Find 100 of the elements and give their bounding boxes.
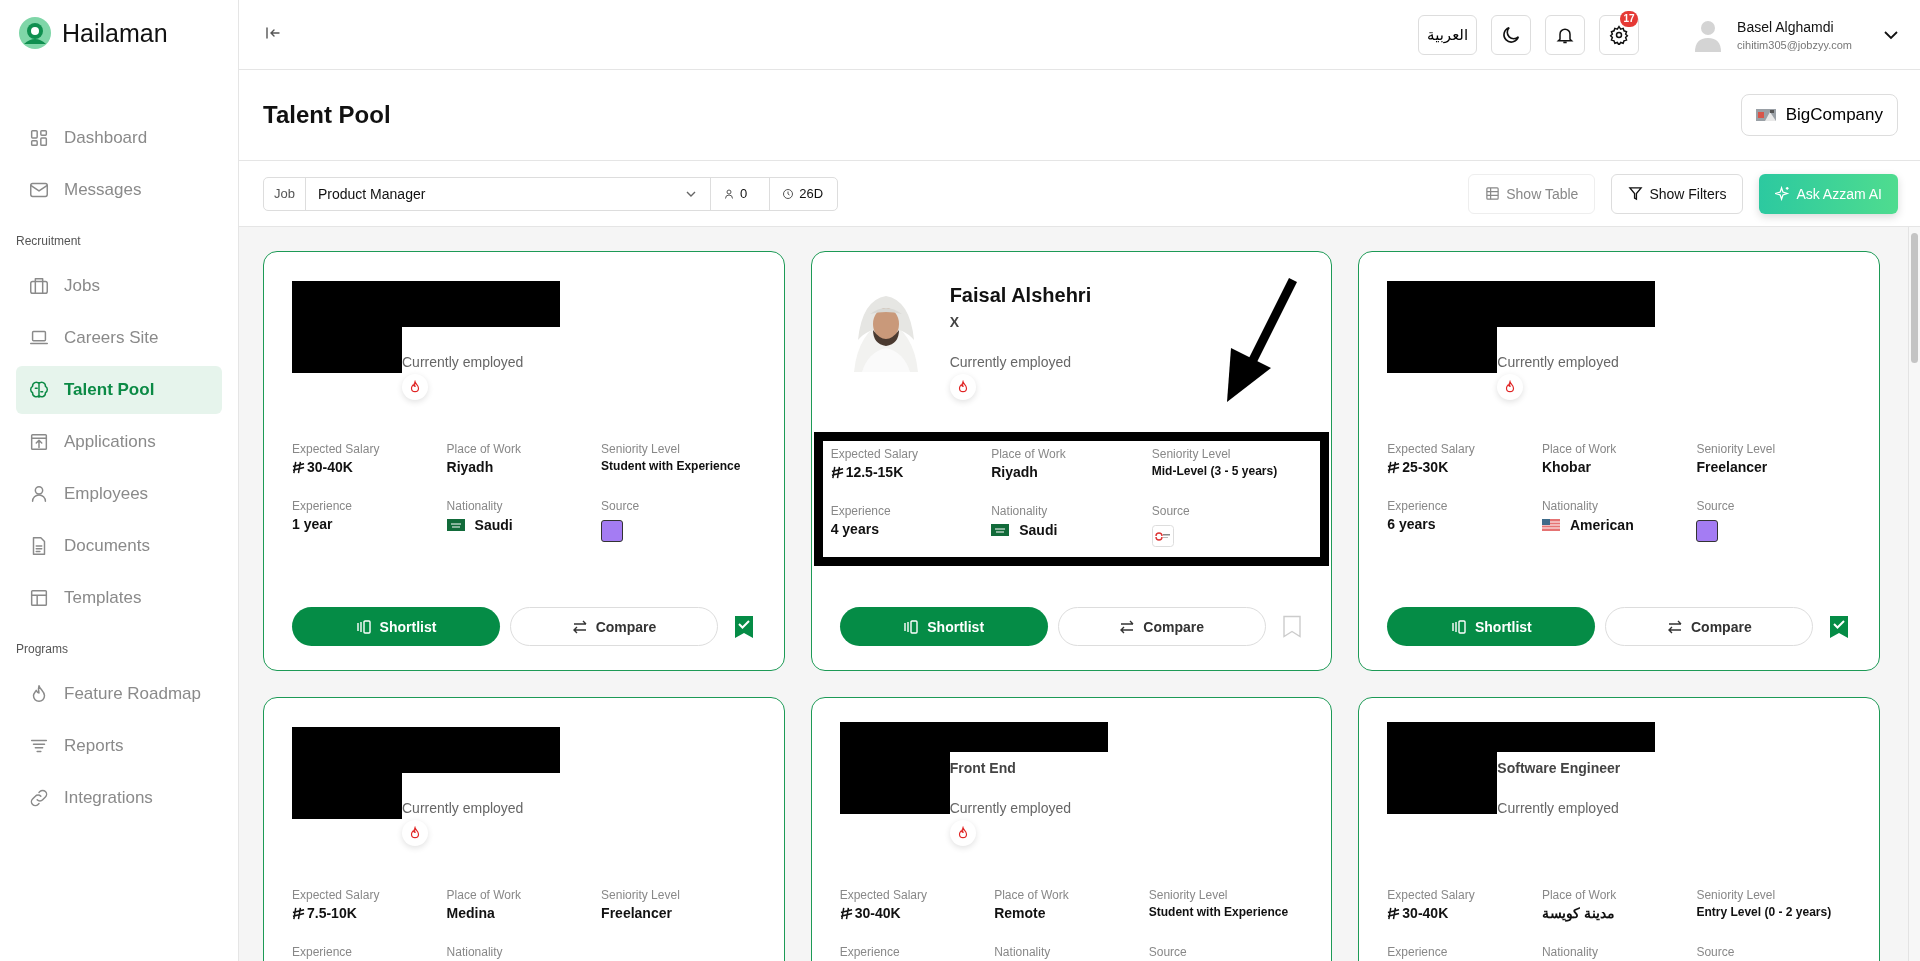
field-value: 12.5-15K: [845, 464, 904, 480]
layout-icon: [28, 587, 50, 609]
field-label: Seniority Level: [601, 442, 681, 456]
field-value: Freelancer: [1696, 459, 1769, 475]
dashboard-icon: [28, 127, 50, 149]
field-value: 25-30K: [1402, 459, 1449, 475]
field-label: Experience: [839, 945, 901, 959]
riyal-icon: [1387, 460, 1401, 474]
field-label: Source: [1148, 945, 1188, 959]
field-label: Experience: [292, 945, 354, 959]
field-value: Saudi: [474, 517, 513, 533]
field-label: Place of Work: [446, 888, 523, 902]
sidebar-item[interactable]: Jobs: [16, 262, 222, 310]
source-logo-icon: [1151, 525, 1174, 547]
riyal-icon: [830, 465, 844, 479]
field-label: Place of Work: [446, 442, 523, 456]
show-filters-button[interactable]: Show Filters: [1611, 173, 1744, 214]
field-label: Source: [1151, 504, 1191, 518]
user-email: cihitim305@jobzyy.com: [1737, 38, 1852, 51]
field-value: Student with Experience: [601, 459, 742, 473]
field-label: Seniority Level: [1696, 888, 1777, 902]
field-value: 6 years: [1387, 516, 1437, 532]
field-label: Nationality: [994, 945, 1052, 959]
field-value: 30-40K: [854, 905, 901, 921]
sparkle-icon: [1775, 186, 1791, 201]
swap-arrows-icon: [1667, 618, 1683, 635]
shortlist-icon: [355, 618, 372, 635]
sidebar-item[interactable]: Feature Roadmap: [16, 670, 222, 718]
flag-icon: [1541, 519, 1560, 531]
applicant-count: 0: [710, 177, 771, 210]
shortlist-button[interactable]: Shortlist: [292, 607, 500, 646]
brain-icon: [28, 379, 50, 401]
field-value: 7.5-10K: [307, 905, 357, 921]
field-label: Experience: [292, 499, 354, 513]
scrollbar[interactable]: [1908, 227, 1920, 961]
field-value: 1 year: [292, 516, 334, 532]
collapse-icon: [265, 25, 281, 41]
field-label: Nationality: [446, 499, 504, 513]
field-label: Nationality: [991, 504, 1049, 518]
sidebar-item[interactable]: Integrations: [16, 774, 222, 822]
flag-icon: [446, 519, 465, 531]
compare-button[interactable]: Compare: [1605, 607, 1814, 646]
field-label: Experience: [1387, 499, 1449, 513]
compare-button[interactable]: Compare: [1057, 607, 1266, 646]
app-name: Hailaman: [62, 18, 168, 48]
sidebar-item[interactable]: Templates: [16, 574, 222, 622]
sidebar-item[interactable]: Applications: [16, 418, 222, 466]
compare-button[interactable]: Compare: [510, 607, 718, 646]
shortlist-icon: [903, 618, 920, 635]
field-value: Freelancer: [601, 905, 673, 921]
field-label: Place of Work: [994, 888, 1070, 902]
bookmark-icon[interactable]: [734, 614, 754, 639]
shortlist-button[interactable]: Shortlist: [1387, 607, 1596, 646]
ask-ai-button[interactable]: Ask Azzam AI: [1759, 173, 1898, 214]
company-button[interactable]: BigCompany: [1740, 94, 1898, 136]
shortlist-icon: [1450, 618, 1467, 635]
language-button[interactable]: العربية: [1418, 14, 1478, 55]
sidebar-item[interactable]: Talent Pool: [16, 366, 222, 414]
field-label: Seniority Level: [1696, 442, 1777, 456]
job-select[interactable]: Product Manager: [305, 177, 711, 210]
shortlist-button[interactable]: Shortlist: [839, 607, 1048, 646]
sidebar-item[interactable]: Messages: [16, 166, 222, 214]
notifications-button[interactable]: [1545, 14, 1586, 55]
sidebar-item[interactable]: Reports: [16, 722, 222, 770]
field-value: Entry Level (0 - 2 years): [1696, 905, 1833, 919]
riyal-icon: [292, 906, 305, 920]
field-value: Riyadh: [446, 459, 495, 475]
field-value: Medina: [446, 905, 496, 921]
field-label: Seniority Level: [1148, 888, 1229, 902]
sidebar-item[interactable]: Employees: [16, 470, 222, 518]
field-label: Place of Work: [991, 447, 1067, 461]
field-label: Seniority Level: [1151, 447, 1232, 461]
employment-status: Currently employed: [1497, 800, 1619, 816]
field-label: Source: [1696, 499, 1736, 513]
person-icon: [722, 187, 735, 200]
sidebar-item[interactable]: Dashboard: [16, 114, 222, 162]
swap-arrows-icon: [571, 618, 588, 635]
sidebar-item[interactable]: Documents: [16, 522, 222, 570]
theme-toggle-button[interactable]: [1491, 14, 1532, 55]
field-value: Student with Experience: [1148, 905, 1290, 919]
section-heading: Programs: [16, 641, 69, 658]
section-heading: Recruitment: [16, 233, 82, 250]
sidebar-item[interactable]: Careers Site: [16, 314, 222, 362]
source-icon: [1696, 520, 1719, 542]
employment-status: Currently employed: [402, 354, 524, 370]
field-value: 30-40K: [307, 459, 353, 475]
logo-icon: [18, 16, 52, 50]
bookmark-icon[interactable]: [1829, 614, 1850, 639]
settings-button[interactable]: [1599, 14, 1640, 55]
field-value: مدينة كويسة: [1541, 905, 1616, 921]
employment-status: Currently employed: [949, 354, 1072, 370]
job-age: 26D: [770, 177, 838, 210]
field-value: Mid-Level (3 - 5 years): [1151, 464, 1279, 478]
riyal-icon: [839, 906, 853, 920]
upload-tray-icon: [28, 431, 50, 453]
field-label: Source: [601, 499, 641, 513]
candidate-name: Faisal Alshehri: [949, 284, 1092, 307]
field-label: Expected Salary: [830, 447, 920, 461]
candidate-title: Software Engineer: [1497, 760, 1621, 776]
field-label: Nationality: [446, 945, 504, 959]
